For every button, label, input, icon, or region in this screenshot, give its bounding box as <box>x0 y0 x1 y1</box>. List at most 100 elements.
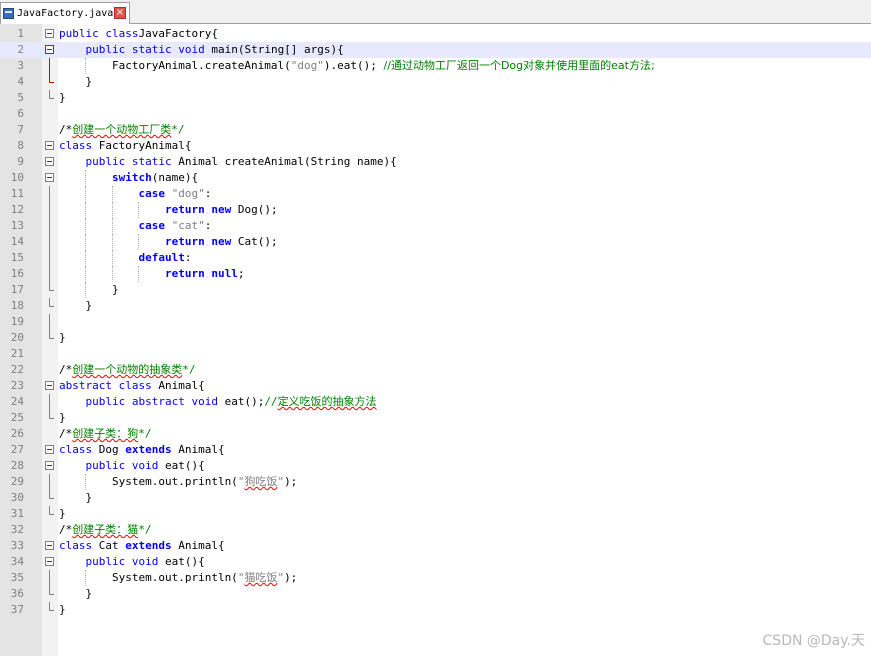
code-text: public static void main(String[] args){ <box>59 42 344 58</box>
fold-end-marker <box>49 506 54 515</box>
code-line[interactable]: 8 class FactoryAnimal{ <box>0 138 871 154</box>
code-text: /*创建一个动物工厂类*/ <box>59 122 185 138</box>
code-line[interactable]: 31} <box>0 506 871 522</box>
code-text: } <box>59 282 119 298</box>
line-number: 12 <box>10 203 24 216</box>
code-line[interactable]: 11 case "dog": <box>0 186 871 202</box>
code-token: } <box>59 411 66 424</box>
code-token: eat(); <box>217 395 265 408</box>
code-line[interactable]: 10 switch(name){ <box>0 170 871 186</box>
code-line[interactable]: 32 /*创建子类：猫*/ <box>0 522 871 538</box>
code-token: class <box>59 443 93 456</box>
code-line[interactable]: 24 public abstract void eat();//定义吃饭的抽象方… <box>0 394 871 410</box>
fold-toggle-icon[interactable] <box>45 541 54 550</box>
indent-guide <box>111 186 113 202</box>
fold-line <box>49 218 50 234</box>
code-line[interactable]: 5} <box>0 90 871 106</box>
fold-toggle-icon[interactable] <box>45 141 54 150</box>
code-line[interactable]: 33 class Cat extends Animal{ <box>0 538 871 554</box>
fold-end-marker <box>49 602 54 611</box>
fold-toggle-icon[interactable] <box>45 157 54 166</box>
code-line[interactable]: 14 return new Cat(); <box>0 234 871 250</box>
indent-guide <box>111 218 113 234</box>
code-line[interactable]: 27 class Dog extends Animal{ <box>0 442 871 458</box>
fold-toggle-icon[interactable] <box>45 445 54 454</box>
fold-line <box>49 314 50 330</box>
code-line[interactable]: 23 abstract class Animal{ <box>0 378 871 394</box>
code-token: } <box>59 299 93 312</box>
indent-guide <box>85 58 87 74</box>
code-line[interactable]: 29 System.out.println("狗吃饭"); <box>0 474 871 490</box>
indent-guide <box>85 250 87 266</box>
code-line[interactable]: 12 return new Dog(); <box>0 202 871 218</box>
code-token: ; <box>237 267 245 280</box>
code-line[interactable]: 30 } <box>0 490 871 506</box>
line-number: 9 <box>17 155 24 168</box>
line-number: 2 <box>17 43 24 56</box>
fold-toggle-icon[interactable] <box>45 461 54 470</box>
line-number: 17 <box>10 283 24 296</box>
code-text: /*创建子类：猫*/ <box>59 522 152 538</box>
code-token: */ <box>171 123 185 136</box>
code-token: 猫吃饭 <box>244 571 278 584</box>
fold-toggle-icon[interactable] <box>45 173 54 182</box>
line-number: 15 <box>10 251 24 264</box>
code-line[interactable]: 25} <box>0 410 871 426</box>
code-token: Animal{ <box>171 539 225 552</box>
code-line[interactable]: 16 return null; <box>0 266 871 282</box>
code-line[interactable]: 18 } <box>0 298 871 314</box>
line-number: 6 <box>17 107 24 120</box>
code-token: Cat(); <box>231 235 278 248</box>
code-line[interactable]: 3 FactoryAnimal.createAnimal("dog").eat(… <box>0 58 871 74</box>
fold-toggle-icon[interactable] <box>45 557 54 566</box>
code-line[interactable]: 20} <box>0 330 871 346</box>
tab-label: JavaFactory.java <box>17 8 114 19</box>
code-token: ); <box>284 571 298 584</box>
code-editor[interactable]: 1 public classJavaFactory{2 public static… <box>0 24 871 656</box>
code-line[interactable]: 4 } <box>0 74 871 90</box>
line-number: 25 <box>10 411 24 424</box>
code-line[interactable]: 26 /*创建子类：狗*/ <box>0 426 871 442</box>
code-line[interactable]: 6 <box>0 106 871 122</box>
code-line[interactable]: 1 public classJavaFactory{ <box>0 26 871 42</box>
code-line[interactable]: 15 default: <box>0 250 871 266</box>
fold-end-marker <box>49 490 54 499</box>
code-line[interactable]: 28 public void eat(){ <box>0 458 871 474</box>
tab-javafactory[interactable]: JavaFactory.java × <box>0 2 130 24</box>
code-line[interactable]: 17 } <box>0 282 871 298</box>
code-line[interactable]: 36 } <box>0 586 871 602</box>
watermark: CSDN @Day.天 <box>762 633 865 649</box>
indent-guide <box>111 202 113 218</box>
code-line[interactable]: 21 <box>0 346 871 362</box>
code-token: //通过动物工厂返回一个Dog对象并使用里面的eat方法; <box>383 59 655 72</box>
code-token: */ <box>138 523 152 536</box>
code-token: } <box>59 283 119 296</box>
code-token: } <box>59 91 66 104</box>
code-line[interactable]: 19 <box>0 314 871 330</box>
code-text: switch(name){ <box>59 170 198 186</box>
line-number: 13 <box>10 219 24 232</box>
fold-end-marker <box>49 298 54 307</box>
line-number: 28 <box>10 459 24 472</box>
code-token: 狗吃饭 <box>244 475 278 488</box>
code-line[interactable]: 22 /*创建一个动物的抽象类*/ <box>0 362 871 378</box>
code-line[interactable]: 13 case "cat": <box>0 218 871 234</box>
code-line[interactable]: 37} <box>0 602 871 618</box>
code-line[interactable]: 34 public void eat(){ <box>0 554 871 570</box>
code-line[interactable]: 2 public static void main(String[] args)… <box>0 42 871 58</box>
code-token: /* <box>59 427 73 440</box>
line-number: 4 <box>17 75 24 88</box>
fold-toggle-icon[interactable] <box>45 29 54 38</box>
code-line[interactable]: 7 /*创建一个动物工厂类*/ <box>0 122 871 138</box>
code-token: : <box>204 187 212 200</box>
code-line[interactable]: 35 System.out.println("猫吃饭"); <box>0 570 871 586</box>
code-line[interactable]: 9 public static Animal createAnimal(Stri… <box>0 154 871 170</box>
indent-guide <box>85 202 87 218</box>
code-token: /* <box>59 523 73 536</box>
fold-toggle-icon[interactable] <box>45 381 54 390</box>
fold-toggle-icon[interactable] <box>45 45 54 54</box>
close-tab-icon[interactable]: × <box>114 7 126 19</box>
